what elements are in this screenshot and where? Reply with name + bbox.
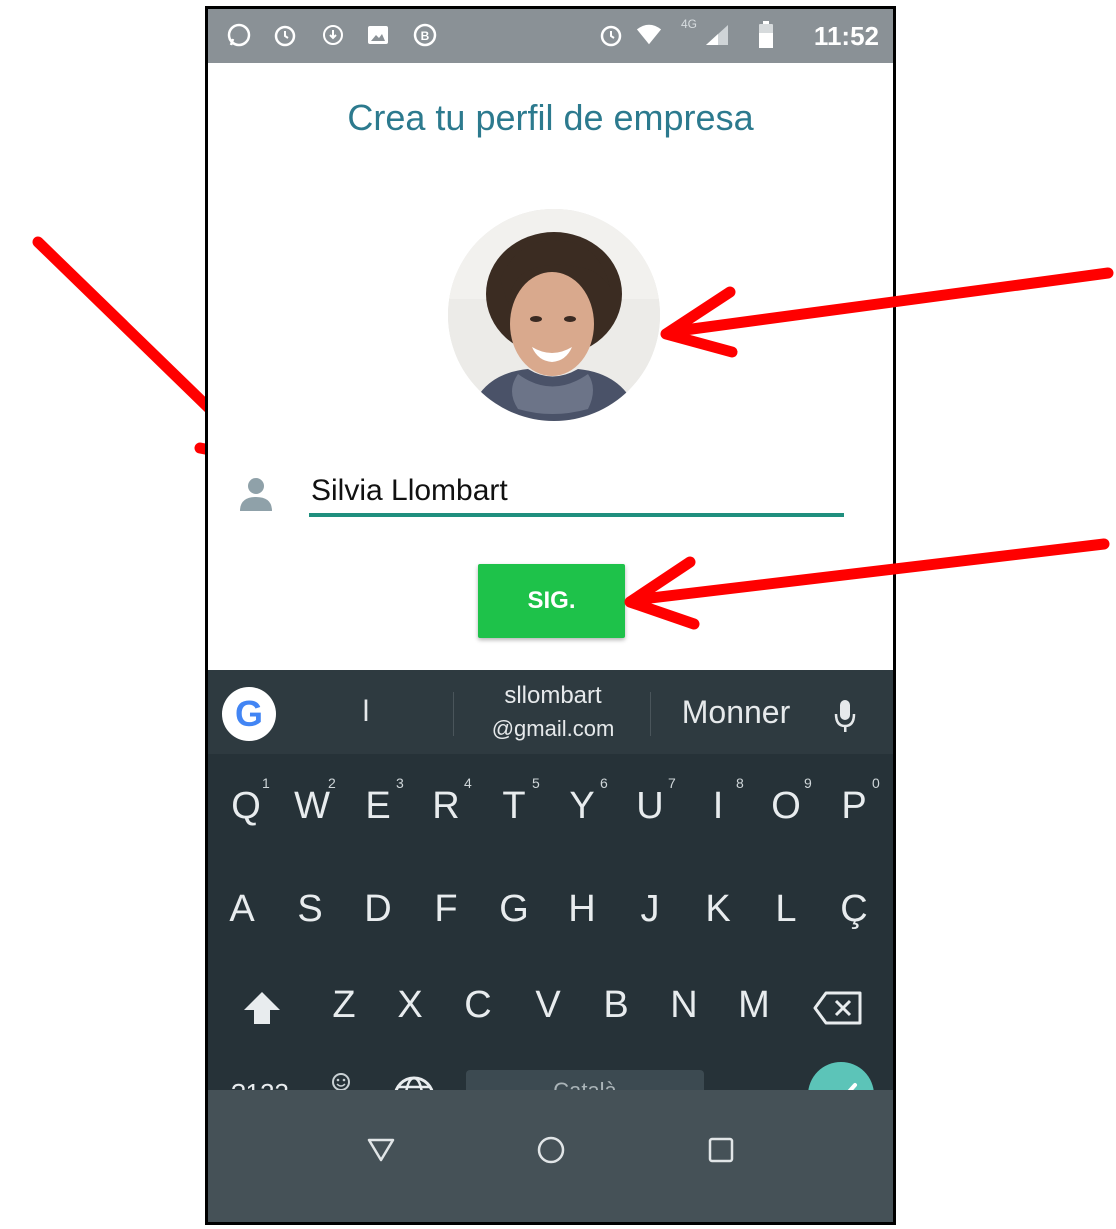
annotation-arrows-right <box>624 267 1114 630</box>
